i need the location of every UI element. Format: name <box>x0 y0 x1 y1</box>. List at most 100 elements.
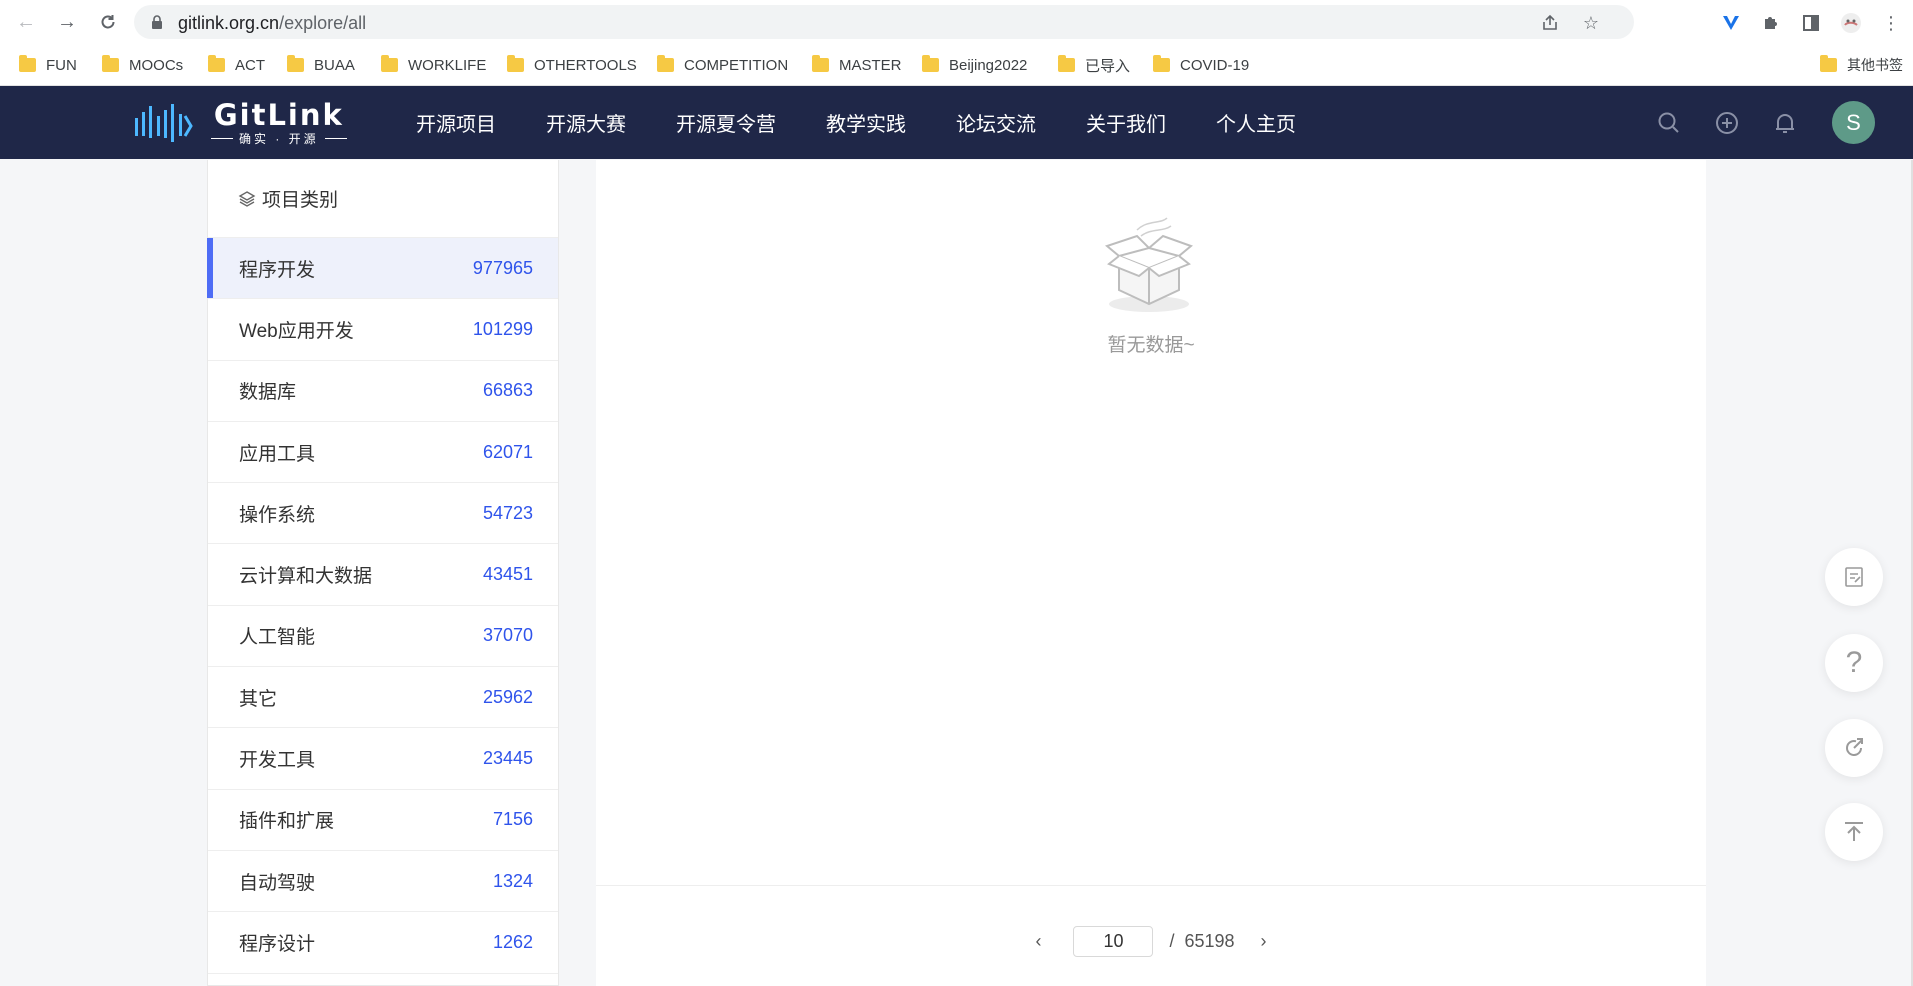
url-domain: gitlink.org.cn <box>178 13 280 33</box>
reload-icon[interactable] <box>96 10 120 34</box>
bookmark-folder[interactable]: Beijing2022 <box>922 53 1027 77</box>
chevron-left-icon[interactable]: ‹ <box>1023 926 1053 956</box>
feedback-button[interactable] <box>1825 548 1883 606</box>
nav-item-teaching[interactable]: 教学实践 <box>826 108 906 137</box>
gitlink-logo[interactable]: GitLink 确实 · 开源 <box>133 97 353 146</box>
category-list: 程序开发 977965 Web应用开发 101299 数据库 66863 应用工具 62… <box>207 238 558 974</box>
url-path: /explore/all <box>279 13 367 33</box>
page-number-input[interactable] <box>1073 925 1154 957</box>
user-avatar[interactable]: S <box>1832 101 1875 144</box>
project-list-panel: 暂无数据~ ‹ / 65198 › <box>596 160 1706 986</box>
pagination: ‹ / 65198 › <box>596 923 1706 959</box>
total-pages: 65198 <box>1184 930 1235 951</box>
category-item[interactable]: 插件和扩展 7156 <box>208 790 558 851</box>
divider <box>596 885 1706 886</box>
category-count: 1262 <box>492 931 533 952</box>
bookmark-folder[interactable]: WORKLIFE <box>381 53 486 77</box>
bookmark-label: COMPETITION <box>684 56 789 74</box>
arrow-up-to-top-icon <box>1845 822 1863 841</box>
logo-mark-icon <box>135 104 193 142</box>
folder-icon <box>19 55 36 72</box>
category-item[interactable]: 开发工具 23445 <box>208 728 558 790</box>
bookmark-label: COVID-19 <box>1180 56 1250 74</box>
category-item[interactable]: 程序设计 1262 <box>208 912 558 974</box>
bookmark-folder[interactable]: FUN <box>19 53 77 77</box>
bookmark-folder[interactable]: BUAA <box>287 53 355 77</box>
nav-item-profile[interactable]: 个人主页 <box>1216 108 1296 137</box>
folder-icon <box>1058 55 1075 72</box>
folder-icon <box>507 55 524 72</box>
kebab-menu-icon[interactable]: ⋮ <box>1880 12 1902 34</box>
bookmark-folder[interactable]: 已导入 <box>1058 53 1130 77</box>
category-name: 程序设计 <box>239 933 316 955</box>
folder-icon <box>208 55 225 72</box>
category-name: 应用工具 <box>239 443 316 465</box>
bookmark-label: ACT <box>235 56 265 74</box>
question-icon: ? <box>1845 646 1863 679</box>
category-name: 其它 <box>239 688 278 710</box>
nav-item-about[interactable]: 关于我们 <box>1086 108 1166 137</box>
profile-avatar-icon[interactable] <box>1840 12 1862 34</box>
nav-item-forum[interactable]: 论坛交流 <box>956 108 1036 137</box>
help-button[interactable]: ? <box>1825 634 1883 692</box>
nav-item-competition[interactable]: 开源大赛 <box>546 108 626 137</box>
main-nav: 开源项目 开源大赛 开源夏令营 教学实践 论坛交流 关于我们 个人主页 <box>416 86 1346 159</box>
edit-doc-icon <box>1845 567 1863 587</box>
empty-text: 暂无数据~ <box>1107 335 1195 356</box>
category-count: 54723 <box>482 502 533 523</box>
empty-state: 暂无数据~ <box>596 216 1706 357</box>
category-count: 43451 <box>482 564 533 585</box>
browser-toolbar: ← → gitlink.org.cn/explore/all ☆ ⋮ <box>0 0 1913 44</box>
other-bookmarks[interactable]: 其他书签 <box>1820 53 1903 77</box>
nav-item-projects[interactable]: 开源项目 <box>416 108 496 137</box>
bookmark-label: WORKLIFE <box>408 56 487 74</box>
puzzle-icon[interactable] <box>1760 12 1782 34</box>
layers-icon <box>238 190 256 207</box>
bookmark-folder[interactable]: MASTER <box>812 53 902 77</box>
category-name: Web应用开发 <box>239 320 354 342</box>
bookmark-label: FUN <box>46 56 77 74</box>
bell-icon[interactable] <box>1772 110 1798 136</box>
address-bar[interactable]: gitlink.org.cn/explore/all ☆ <box>134 5 1634 39</box>
bookmark-label: Beijing2022 <box>949 56 1028 74</box>
back-to-top-button[interactable] <box>1825 803 1883 861</box>
side-panel-icon[interactable] <box>1800 12 1822 34</box>
category-item[interactable]: 应用工具 62071 <box>208 422 558 484</box>
category-item[interactable]: 人工智能 37070 <box>208 606 558 668</box>
nav-item-summer-camp[interactable]: 开源夏令营 <box>676 108 776 137</box>
star-icon[interactable]: ☆ <box>1581 13 1601 33</box>
category-count: 37070 <box>482 625 533 646</box>
category-item[interactable]: Web应用开发 101299 <box>208 299 558 361</box>
category-item[interactable]: 操作系统 54723 <box>208 483 558 545</box>
bookmark-folder[interactable]: ACT <box>208 53 265 77</box>
category-name: 插件和扩展 <box>239 811 335 833</box>
folder-icon <box>812 55 829 72</box>
plus-circle-icon[interactable] <box>1714 110 1740 136</box>
share-float-button[interactable] <box>1825 719 1883 777</box>
back-arrow-icon[interactable]: ← <box>14 10 38 34</box>
empty-box-icon <box>1104 217 1193 312</box>
category-count: 66863 <box>482 380 533 401</box>
search-icon[interactable] <box>1656 110 1682 136</box>
folder-icon <box>287 55 304 72</box>
category-count: 101299 <box>472 318 533 339</box>
bookmark-folder[interactable]: MOOCs <box>102 53 183 77</box>
url-text[interactable]: gitlink.org.cn/explore/all <box>178 13 366 34</box>
category-count: 977965 <box>472 257 533 278</box>
bookmark-folder[interactable]: COVID-19 <box>1153 53 1249 77</box>
category-item[interactable]: 云计算和大数据 43451 <box>208 544 558 606</box>
category-item[interactable]: 自动驾驶 1324 <box>208 851 558 913</box>
forward-arrow-icon[interactable]: → <box>55 10 79 34</box>
category-item[interactable]: 其它 25962 <box>208 667 558 729</box>
bookmark-folder[interactable]: OTHERTOOLS <box>507 53 637 77</box>
category-item[interactable]: 程序开发 977965 <box>207 238 558 300</box>
logo-word: GitLink <box>213 97 344 132</box>
category-item[interactable]: 数据库 66863 <box>208 361 558 422</box>
folder-icon <box>1820 55 1837 72</box>
chevron-right-icon[interactable]: › <box>1249 926 1279 956</box>
category-name: 人工智能 <box>239 627 316 649</box>
extension-v-icon[interactable] <box>1720 12 1742 34</box>
category-name: 自动驾驶 <box>239 872 316 894</box>
share-icon[interactable] <box>1540 13 1560 33</box>
bookmark-folder[interactable]: COMPETITION <box>657 53 788 77</box>
